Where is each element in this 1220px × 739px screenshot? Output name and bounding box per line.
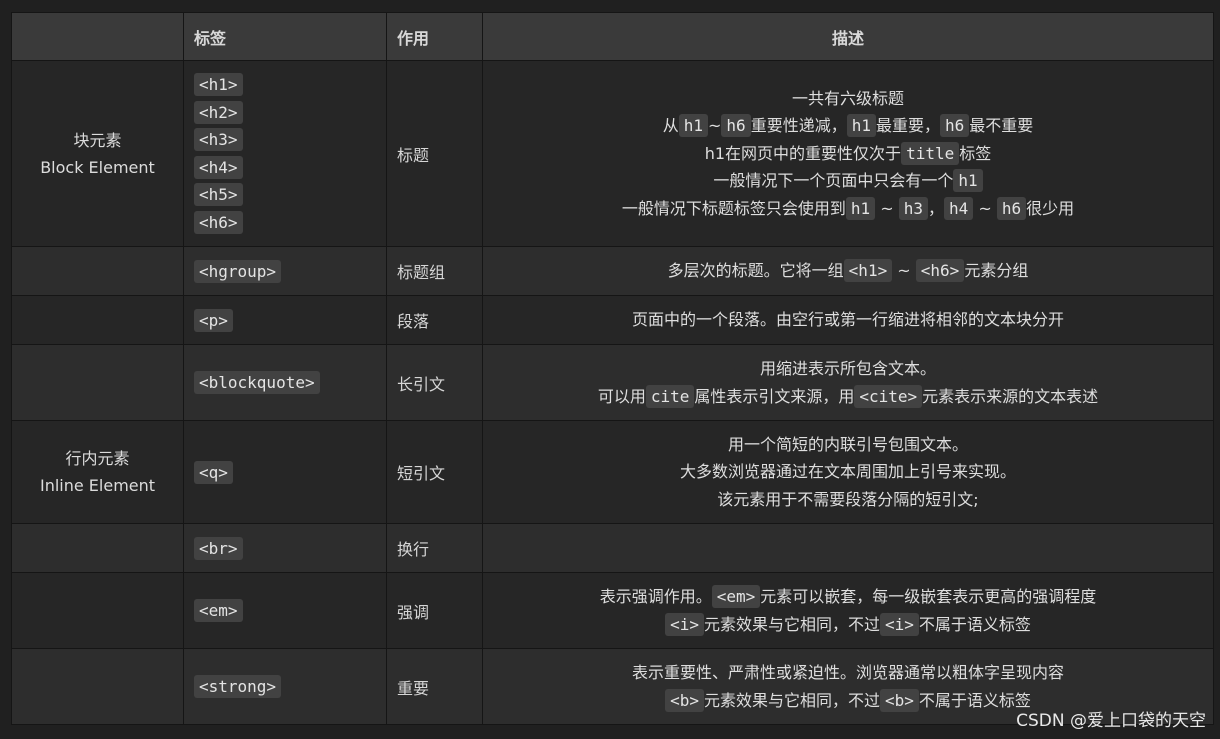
- desc-line: <i> 元素效果与它相同，不过 <i> 不属于语义标签: [493, 611, 1203, 639]
- table-row: <hgroup> 标题组 多层次的标题。它将一组 <h1> ~ <h6> 元素分组: [11, 246, 1214, 296]
- description-cell: [482, 523, 1214, 573]
- category-block-zh: 块元素: [73, 130, 122, 150]
- category-cell: [11, 572, 184, 649]
- description-cell: 一共有六级标题 从 h1 ~ h6 重要性递减， h1 最重要， h6 最不重要 h1在网页中的…: [482, 60, 1214, 247]
- desc-line: 可以用 cite 属性表示引文来源，用 <cite> 元素表示来源的文本表述: [597, 384, 1099, 408]
- table-row: <br> 换行: [11, 523, 1214, 573]
- category-cell: [11, 246, 184, 296]
- elements-table: 标签 作用 描述 块元素 Block Element <h1> <h2> <h3…: [11, 12, 1214, 725]
- table-row: 块元素 Block Element <h1> <h2> <h3> <h4> <h…: [11, 60, 1214, 247]
- desc-line: 一般情况下标题标签只会使用到 h1 ~ h3， h4 ~ h6 很少用: [621, 196, 1075, 220]
- tag-code: <h3>: [194, 128, 243, 151]
- tag-code: <strong>: [194, 675, 282, 698]
- header-function: 作用: [386, 12, 483, 61]
- category-cell: 块元素 Block Element: [11, 60, 184, 247]
- tag-code: <h6>: [194, 210, 243, 234]
- function-cell: 强调: [386, 572, 483, 649]
- function-cell: 标题: [386, 60, 483, 247]
- category-inline-en: Inline Element: [39, 476, 156, 495]
- header-category: [11, 12, 184, 61]
- tag-cell: <q>: [183, 420, 387, 524]
- tag-code: <h5>: [194, 183, 243, 206]
- desc-line: 大多数浏览器通过在文本周围加上引号来实现。: [679, 462, 1016, 482]
- category-block-en: Block Element: [40, 157, 155, 177]
- table-header-row: 标签 作用 描述: [11, 12, 1214, 61]
- tag-code: <p>: [194, 308, 233, 332]
- tag-code: <h4>: [194, 155, 243, 179]
- description-cell: 用缩进表示所包含文本。 可以用 cite 属性表示引文来源，用 <cite> 元素表示来…: [482, 344, 1214, 421]
- function-cell: 换行: [386, 523, 483, 573]
- desc-line: 表示强调作用。 <em> 元素可以嵌套，每一级嵌套表示更高的强调程度: [599, 585, 1097, 608]
- tag-code: <h1>: [194, 73, 243, 96]
- tag-code: <h2>: [194, 100, 243, 124]
- header-tag: 标签: [183, 12, 387, 61]
- desc-line: h1在网页中的重要性仅次于 title 标签: [704, 141, 992, 165]
- tag-code: <blockquote>: [194, 371, 320, 394]
- desc-line: 一共有六级标题: [791, 88, 904, 108]
- description-cell: 表示强调作用。 <em> 元素可以嵌套，每一级嵌套表示更高的强调程度 <i> 元素效果…: [482, 572, 1214, 649]
- header-description: 描述: [482, 12, 1214, 61]
- category-cell: [11, 295, 184, 345]
- desc-line: 从 h1 ~ h6 重要性递减， h1 最重要， h6 最不重要: [662, 114, 1034, 138]
- desc-line: 用缩进表示所包含文本。: [759, 359, 936, 378]
- tag-cell: <blockquote>: [183, 344, 387, 421]
- watermark: CSDN @爱上口袋的天空: [1016, 711, 1206, 731]
- category-cell: [11, 523, 184, 573]
- function-cell: 重要: [386, 648, 483, 725]
- tag-cell: <em>: [183, 572, 387, 649]
- tag-cell: <strong>: [183, 648, 387, 725]
- desc-line: 表示重要性、严肃性或紧迫性。浏览器通常以粗体字呈现内容: [631, 663, 1064, 682]
- function-cell: 标题组: [386, 246, 483, 296]
- table-row: 行内元素 Inline Element <q> 短引文 用一个简短的内联引号包围…: [11, 420, 1214, 524]
- category-cell: [11, 648, 184, 725]
- description-cell: 页面中的一个段落。由空行或第一行缩进将相邻的文本块分开: [482, 295, 1214, 345]
- table-row: <p> 段落 页面中的一个段落。由空行或第一行缩进将相邻的文本块分开: [11, 295, 1214, 345]
- tag-code: <em>: [194, 599, 243, 622]
- tag-cell: <h1> <h2> <h3> <h4> <h5> <h6>: [183, 60, 387, 247]
- tag-code: <hgroup>: [194, 259, 282, 283]
- tag-cell: <br>: [183, 523, 387, 573]
- description-cell: 用一个简短的内联引号包围文本。 大多数浏览器通过在文本周围加上引号来实现。 该元…: [482, 420, 1214, 524]
- category-cell: 行内元素 Inline Element: [11, 420, 184, 524]
- function-cell: 长引文: [386, 344, 483, 421]
- table-row: <em> 强调 表示强调作用。 <em> 元素可以嵌套，每一级嵌套表示更高的强调程度…: [11, 572, 1214, 649]
- category-inline-zh: 行内元素: [65, 449, 130, 468]
- desc-line: 用一个简短的内联引号包围文本。: [727, 434, 968, 454]
- tag-code: <br>: [194, 536, 243, 560]
- tag-cell: <hgroup>: [183, 246, 387, 296]
- tag-code: <q>: [194, 460, 233, 484]
- function-cell: 段落: [386, 295, 483, 345]
- desc-line: 该元素用于不需要段落分隔的短引文;: [717, 489, 979, 509]
- function-cell: 短引文: [386, 420, 483, 524]
- category-cell: [11, 344, 184, 421]
- description-cell: 多层次的标题。它将一组 <h1> ~ <h6> 元素分组: [482, 246, 1214, 296]
- table-row: <blockquote> 长引文 用缩进表示所包含文本。 可以用 cite 属性表示…: [11, 344, 1214, 421]
- desc-line: 一般情况下一个页面中只会有一个 h1: [493, 167, 1203, 195]
- tag-cell: <p>: [183, 295, 387, 345]
